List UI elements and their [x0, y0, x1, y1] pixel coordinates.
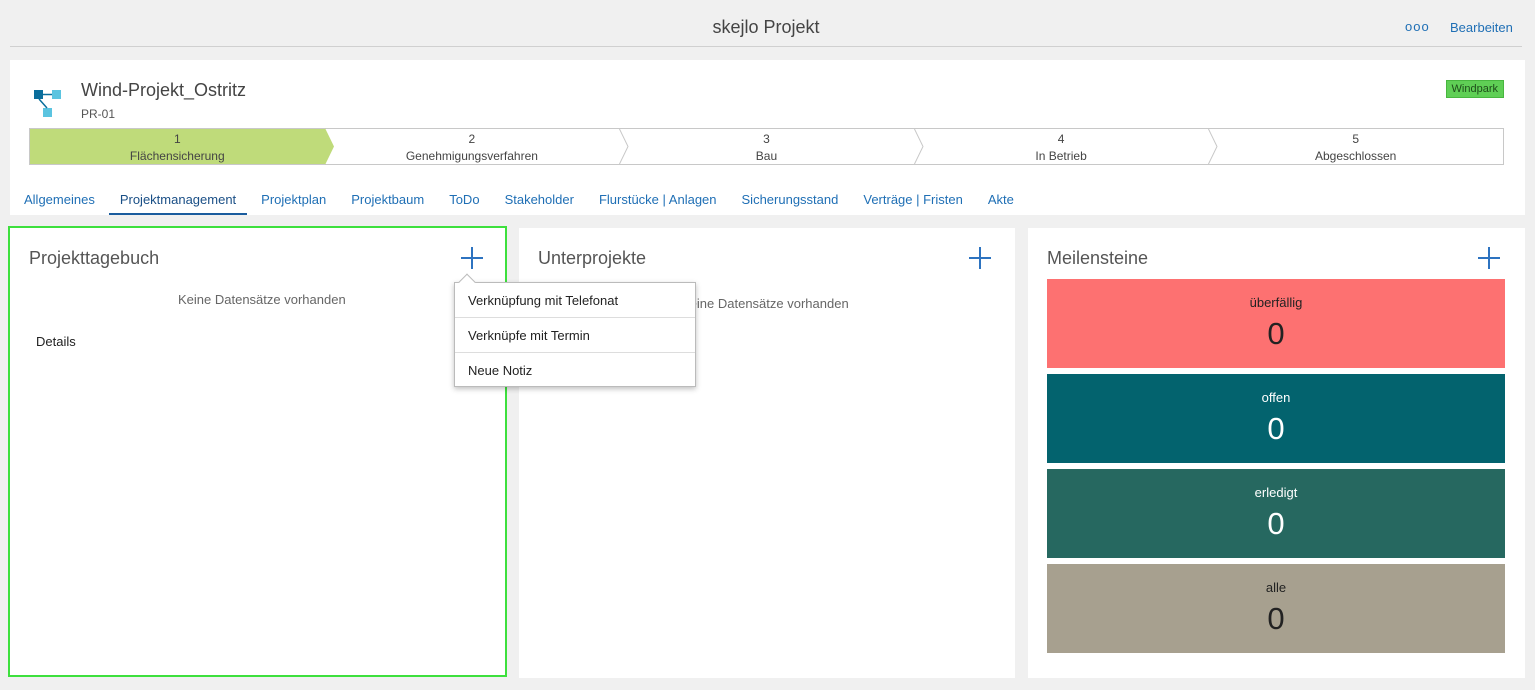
stage-arrow-icon: [1208, 128, 1218, 165]
milestone-count: 0: [1267, 506, 1285, 541]
stage-progress-bar: 1 Flächensicherung 2 Genehmigungsverfahr…: [29, 128, 1504, 165]
stage-2[interactable]: 2 Genehmigungsverfahren: [325, 128, 629, 165]
tab-projektbaum[interactable]: Projektbaum: [340, 192, 435, 215]
milestone-count: 0: [1267, 316, 1285, 351]
milestone-label: offen: [1261, 390, 1291, 405]
tab-todo[interactable]: ToDo: [438, 192, 490, 215]
menu-item-link-appointment[interactable]: Verknüpfe mit Termin: [455, 318, 695, 353]
stage-number: 4: [1057, 132, 1065, 146]
milestone-label: alle: [1265, 580, 1287, 595]
edit-link[interactable]: Bearbeiten: [1450, 20, 1513, 35]
stage-arrow-icon: [324, 128, 334, 165]
tab-stakeholder[interactable]: Stakeholder: [494, 192, 585, 215]
project-name: Wind-Projekt_Ostritz: [81, 80, 247, 100]
add-icon[interactable]: [969, 247, 991, 269]
tab-allgemeines[interactable]: Allgemeines: [13, 192, 106, 215]
tab-projektplan[interactable]: Projektplan: [250, 192, 337, 215]
stage-arrow-icon: [913, 128, 924, 165]
stage-3[interactable]: 3 Bau: [619, 128, 924, 165]
tab-bar: Allgemeines Projektmanagement Projektpla…: [13, 192, 1028, 215]
milestone-count: 0: [1267, 411, 1285, 446]
milestone-label: erledigt: [1254, 485, 1298, 500]
details-label[interactable]: Details: [36, 334, 76, 349]
top-bar: skejlo Projekt ooo Bearbeiten: [10, 0, 1522, 47]
stage-5[interactable]: 5 Abgeschlossen: [1208, 129, 1503, 164]
project-type-badge: Windpark: [1445, 80, 1504, 98]
panel-title: Meilensteine: [1047, 248, 1149, 268]
stage-label: Genehmigungsverfahren: [405, 149, 538, 163]
more-options-icon[interactable]: ooo: [1405, 19, 1430, 34]
stage-4[interactable]: 4 In Betrieb: [914, 128, 1218, 165]
milestone-count: 0: [1267, 601, 1285, 636]
stage-number: 1: [173, 132, 181, 146]
stage-number: 5: [1352, 132, 1360, 146]
tab-sicherungsstand[interactable]: Sicherungsstand: [731, 192, 850, 215]
menu-item-new-note[interactable]: Neue Notiz: [455, 353, 695, 388]
add-entry-dropdown: Verknüpfung mit Telefonat Verknüpfe mit …: [454, 273, 696, 388]
add-icon[interactable]: [461, 247, 483, 269]
milestone-tile-open[interactable]: offen 0: [1047, 374, 1505, 463]
tab-flurstuecke-anlagen[interactable]: Flurstücke | Anlagen: [588, 192, 728, 215]
stage-label: Flächensicherung: [129, 149, 225, 163]
stage-arrow-icon: [619, 128, 629, 165]
add-icon[interactable]: [1478, 247, 1500, 269]
milestone-tile-overdue[interactable]: überfällig 0: [1047, 279, 1505, 368]
stage-label: Abgeschlossen: [1314, 149, 1397, 163]
empty-state-text: Keine Datensätze vorhanden: [681, 296, 849, 311]
page-title: skejlo Projekt: [712, 17, 820, 37]
stage-label: In Betrieb: [1035, 149, 1087, 163]
milestone-tile-all[interactable]: alle 0: [1047, 564, 1505, 653]
panel-title: Unterprojekte: [538, 248, 647, 268]
milestone-label: überfällig: [1249, 295, 1303, 310]
stage-number: 3: [763, 132, 770, 146]
tab-vertraege-fristen[interactable]: Verträge | Fristen: [852, 192, 973, 215]
panel-title: Projekttagebuch: [29, 248, 160, 268]
tab-projektmanagement[interactable]: Projektmanagement: [108, 192, 248, 215]
menu-item-link-call[interactable]: Verknüpfung mit Telefonat: [455, 283, 695, 318]
milestone-tile-done[interactable]: erledigt 0: [1047, 469, 1505, 558]
projekttagebuch-panel: Projekttagebuch Keine Datensätze vorhand…: [8, 226, 507, 677]
meilensteine-panel: Meilensteine überfällig 0 offen 0 erledi…: [1028, 228, 1525, 678]
tab-akte[interactable]: Akte: [977, 192, 1025, 215]
project-code: PR-01: [81, 107, 116, 121]
stage-label: Bau: [755, 149, 778, 163]
project-tree-icon: [34, 90, 61, 117]
empty-state-text: Keine Datensätze vorhanden: [178, 292, 346, 307]
stage-number: 2: [468, 132, 476, 146]
stage-1[interactable]: 1 Flächensicherung: [30, 128, 334, 165]
